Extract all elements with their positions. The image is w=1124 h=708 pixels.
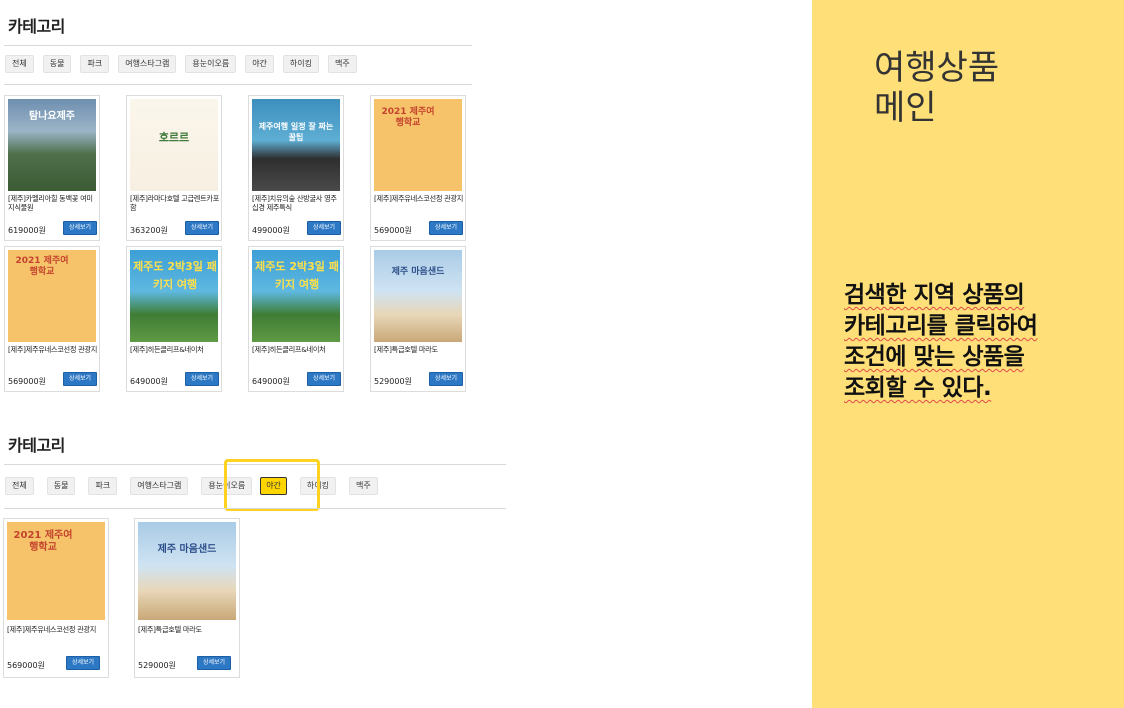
product-price: 619000원 [8,226,46,235]
detail-button[interactable]: 상세보기 [429,372,463,386]
product-name[interactable]: [제주]제주유네스코선정 관광지 [7,625,107,645]
product-thumbnail[interactable]: 제주도 2박3일 패키지 여행 [130,250,218,342]
product-thumbnail[interactable]: 제주도 2박3일 패키지 여행 [252,250,340,342]
product-name[interactable]: [제주]특급호텔 마라도 [374,345,464,365]
detail-button[interactable]: 상세보기 [197,656,231,670]
chip-yongnuni-oreum[interactable]: 용눈이오름 [185,55,237,73]
product-card[interactable]: 2021 제주여행학교 [제주]제주유네스코선정 관광지 569000원 상세보… [4,246,100,392]
chip-travelstagram[interactable]: 여행스타그램 [130,477,189,495]
chip-night[interactable]: 야간 [245,55,274,73]
detail-button[interactable]: 상세보기 [307,372,341,386]
product-name[interactable]: [제주]히든클리프&네이처 [252,345,342,365]
product-card[interactable]: 제주 마음샌드 [제주]특급호텔 마라도 529000원 상세보기 [370,246,466,392]
product-thumbnail[interactable]: 2021 제주여행학교 [8,250,96,342]
annotation-panel: 여행상품 메인 검색한 지역 상품의 카테고리를 클릭하여 조건에 맞는 상품을… [812,0,1124,708]
section1-category-chips: 전체 동물 파크 여행스타그램 용눈이오름 야간 하이킹 맥주 [5,55,357,73]
annotation-title: 여행상품 메인 [874,48,1000,128]
chip-park[interactable]: 파크 [80,55,110,73]
product-price: 529000원 [138,661,176,670]
detail-button[interactable]: 상세보기 [63,372,97,386]
product-price: 649000원 [252,377,290,386]
detail-button[interactable]: 상세보기 [307,221,341,235]
chip-beer[interactable]: 맥주 [349,477,378,495]
selected-category-highlight [224,459,320,511]
product-card[interactable]: 2021 제주여행학교 [제주]제주유네스코선정 관광지 569000원 상세보… [3,518,109,678]
section1-title: 카테고리 [8,17,65,36]
product-price: 529000원 [374,377,412,386]
detail-button[interactable]: 상세보기 [66,656,100,670]
product-price: 363200원 [130,226,168,235]
product-card[interactable]: 제주도 2박3일 패키지 여행 [제주]히든클리프&네이처 649000원 상세… [248,246,344,392]
product-card[interactable]: 호르르 [제주]라마다호텔 고급렌트카포함 363200원 상세보기 [126,95,222,241]
product-thumbnail[interactable]: 2021 제주여행학교 [374,99,462,191]
section2-title: 카테고리 [8,436,65,455]
product-card[interactable]: 2021 제주여행학교 [제주]제주유네스코선정 관광지 569000원 상세보… [370,95,466,241]
chip-beer[interactable]: 맥주 [328,55,357,73]
product-thumbnail[interactable]: 제주 마음샌드 [374,250,462,342]
product-price: 649000원 [130,377,168,386]
product-card[interactable]: 제주여행 일정 잘 짜는 꿀팁 [제주]치유의숲 산방굴사 영주십경 제주특식 … [248,95,344,241]
product-name[interactable]: [제주]제주유네스코선정 관광지 [374,194,464,214]
product-price: 499000원 [252,226,290,235]
product-price: 569000원 [8,377,46,386]
detail-button[interactable]: 상세보기 [63,221,97,235]
chip-all[interactable]: 전체 [5,55,34,73]
product-name[interactable]: [제주]히든클리프&네이처 [130,345,220,365]
section2-category-chips: 전체 동물 파크 여행스타그램 용눈이오름 야간 하이킹 맥주 [5,477,378,495]
product-price: 569000원 [374,226,412,235]
section1-divider [4,45,472,46]
section1-divider-bottom [4,84,472,85]
chip-hiking[interactable]: 하이킹 [282,55,320,73]
section2-divider-bottom [4,508,506,509]
product-thumbnail[interactable]: 제주 마음샌드 [138,522,236,620]
product-name[interactable]: [제주]라마다호텔 고급렌트카포함 [130,194,220,214]
chip-animal[interactable]: 동물 [46,477,76,495]
product-name[interactable]: [제주]제주유네스코선정 관광지 [8,345,98,365]
product-card[interactable]: 제주도 2박3일 패키지 여행 [제주]히든클리프&네이처 649000원 상세… [126,246,222,392]
detail-button[interactable]: 상세보기 [429,221,463,235]
product-price: 569000원 [7,661,45,670]
product-thumbnail[interactable]: 호르르 [130,99,218,191]
chip-park[interactable]: 파크 [88,477,118,495]
annotation-description: 검색한 지역 상품의 카테고리를 클릭하여 조건에 맞는 상품을 조회할 수 있… [844,282,1038,401]
product-card[interactable]: 제주 마음샌드 [제주]특급호텔 마라도 529000원 상세보기 [134,518,240,678]
product-name[interactable]: [제주]특급호텔 마라도 [138,625,238,645]
chip-animal[interactable]: 동물 [42,55,72,73]
chip-travelstagram[interactable]: 여행스타그램 [118,55,177,73]
product-name[interactable]: [제주]치유의숲 산방굴사 영주십경 제주특식 [252,194,342,214]
detail-button[interactable]: 상세보기 [185,372,219,386]
product-thumbnail[interactable]: 탐나요제주 [8,99,96,191]
chip-all[interactable]: 전체 [5,477,34,495]
product-name[interactable]: [제주]카멜리아힐 동백꽃 여미지식물원 [8,194,98,214]
product-thumbnail[interactable]: 제주여행 일정 잘 짜는 꿀팁 [252,99,340,191]
detail-button[interactable]: 상세보기 [185,221,219,235]
product-thumbnail[interactable]: 2021 제주여행학교 [7,522,105,620]
product-card[interactable]: 탐나요제주 [제주]카멜리아힐 동백꽃 여미지식물원 619000원 상세보기 [4,95,100,241]
